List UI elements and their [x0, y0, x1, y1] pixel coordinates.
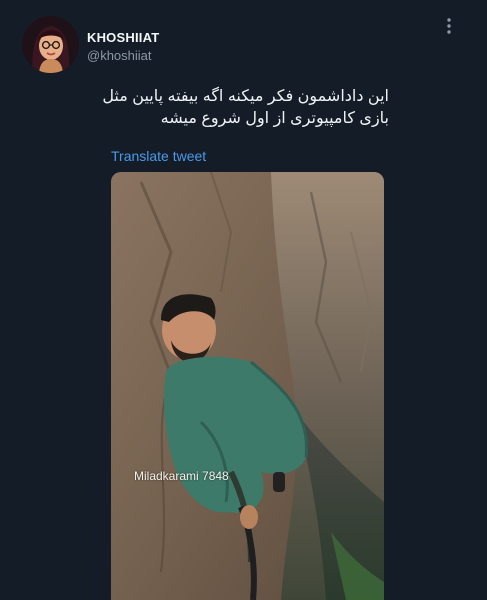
cliff-selfie-image — [111, 172, 384, 600]
author-display-name[interactable]: KHOSHIIAT — [87, 30, 159, 45]
cartoon-woman-avatar-icon — [22, 16, 79, 73]
translate-tweet-link[interactable]: Translate tweet — [111, 148, 206, 164]
tweet-text-line: بازی کامپیوتری از اول شروع میشه — [160, 110, 389, 127]
tweet-media-image[interactable]: Miladkarami 7848 — [111, 172, 384, 600]
tweet-text: این داداشمون فکر میکنه اگه بیفته پایین م… — [29, 86, 389, 130]
more-vertical-icon[interactable] — [445, 16, 453, 36]
tweet-screen: KHOSHIIAT @khoshiiat این داداشمون فکر می… — [0, 0, 487, 600]
author-avatar[interactable] — [22, 16, 79, 73]
author-handle[interactable]: @khoshiiat — [87, 48, 152, 63]
media-watermark: Miladkarami 7848 — [134, 469, 229, 483]
tweet-text-line: این داداشمون فکر میکنه اگه بیفته پایین م… — [102, 88, 389, 105]
